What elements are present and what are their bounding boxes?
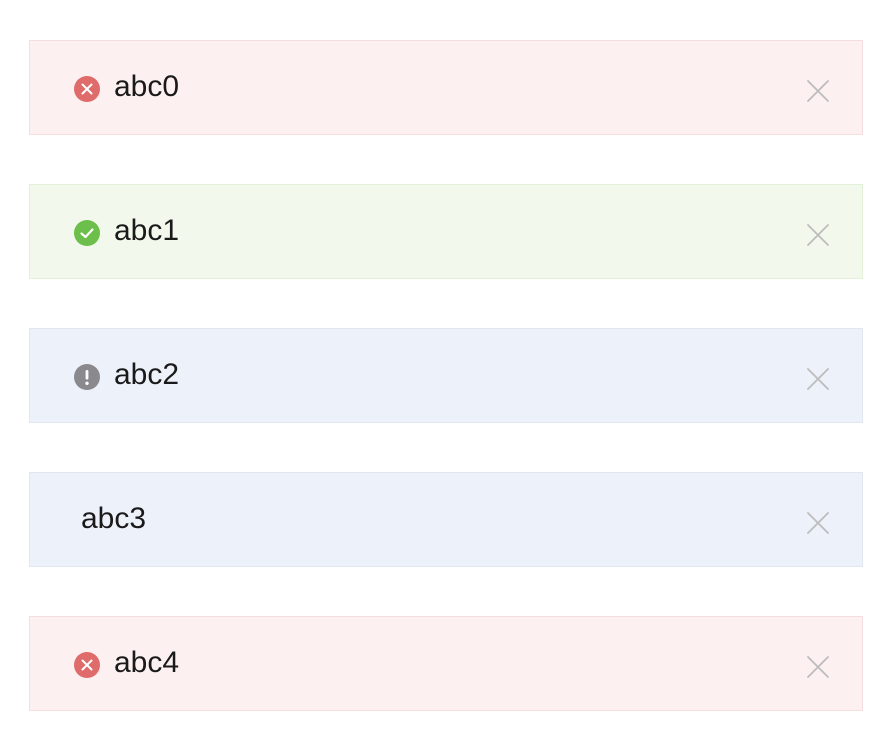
close-icon[interactable] — [806, 511, 830, 535]
alert-info: abc3 — [29, 472, 863, 567]
alert-info: abc2 — [29, 328, 863, 423]
close-icon[interactable] — [806, 655, 830, 679]
alert-error: abc4 — [29, 616, 863, 711]
close-circle-icon — [73, 651, 101, 679]
alert-message: abc1 — [114, 214, 180, 247]
alert-success: abc1 — [29, 184, 863, 279]
alert-message: abc4 — [114, 646, 180, 679]
alert-message: abc3 — [81, 502, 147, 535]
close-icon[interactable] — [806, 367, 830, 391]
exclamation-circle-icon — [73, 363, 101, 391]
alert-message: abc0 — [114, 70, 180, 103]
close-icon[interactable] — [806, 79, 830, 103]
check-circle-icon — [73, 219, 101, 247]
close-icon[interactable] — [806, 223, 830, 247]
alert-error: abc0 — [29, 40, 863, 135]
alert-message: abc2 — [114, 358, 180, 391]
close-circle-icon — [73, 75, 101, 103]
